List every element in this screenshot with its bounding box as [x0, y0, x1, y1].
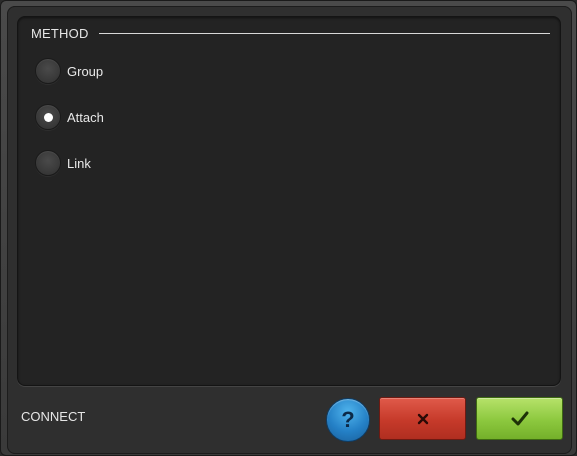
close-icon — [417, 413, 428, 424]
checkmark-icon — [511, 411, 528, 425]
dialog-frame: METHOD Group Attach Link CONNECT ? — [7, 6, 572, 454]
help-button[interactable]: ? — [326, 398, 370, 442]
radio-option-group[interactable]: Group — [35, 57, 103, 85]
method-panel: METHOD Group Attach Link — [17, 16, 561, 386]
radio-label: Attach — [67, 109, 104, 125]
confirm-button[interactable] — [476, 397, 563, 440]
radio-button[interactable] — [35, 58, 61, 84]
cancel-button[interactable] — [379, 397, 466, 440]
radio-button-selected[interactable] — [35, 104, 61, 130]
method-section-header: METHOD — [31, 25, 550, 41]
help-icon: ? — [341, 407, 355, 432]
radio-label: Group — [67, 63, 104, 79]
section-title: METHOD — [31, 25, 89, 41]
dialog-window: METHOD Group Attach Link CONNECT ? — [0, 0, 577, 456]
radio-label: Link — [67, 155, 91, 171]
section-divider — [98, 32, 550, 34]
radio-button[interactable] — [35, 150, 61, 176]
footer-title: CONNECT — [21, 409, 86, 424]
radio-option-link[interactable]: Link — [35, 149, 91, 177]
radio-option-attach[interactable]: Attach — [35, 103, 104, 131]
